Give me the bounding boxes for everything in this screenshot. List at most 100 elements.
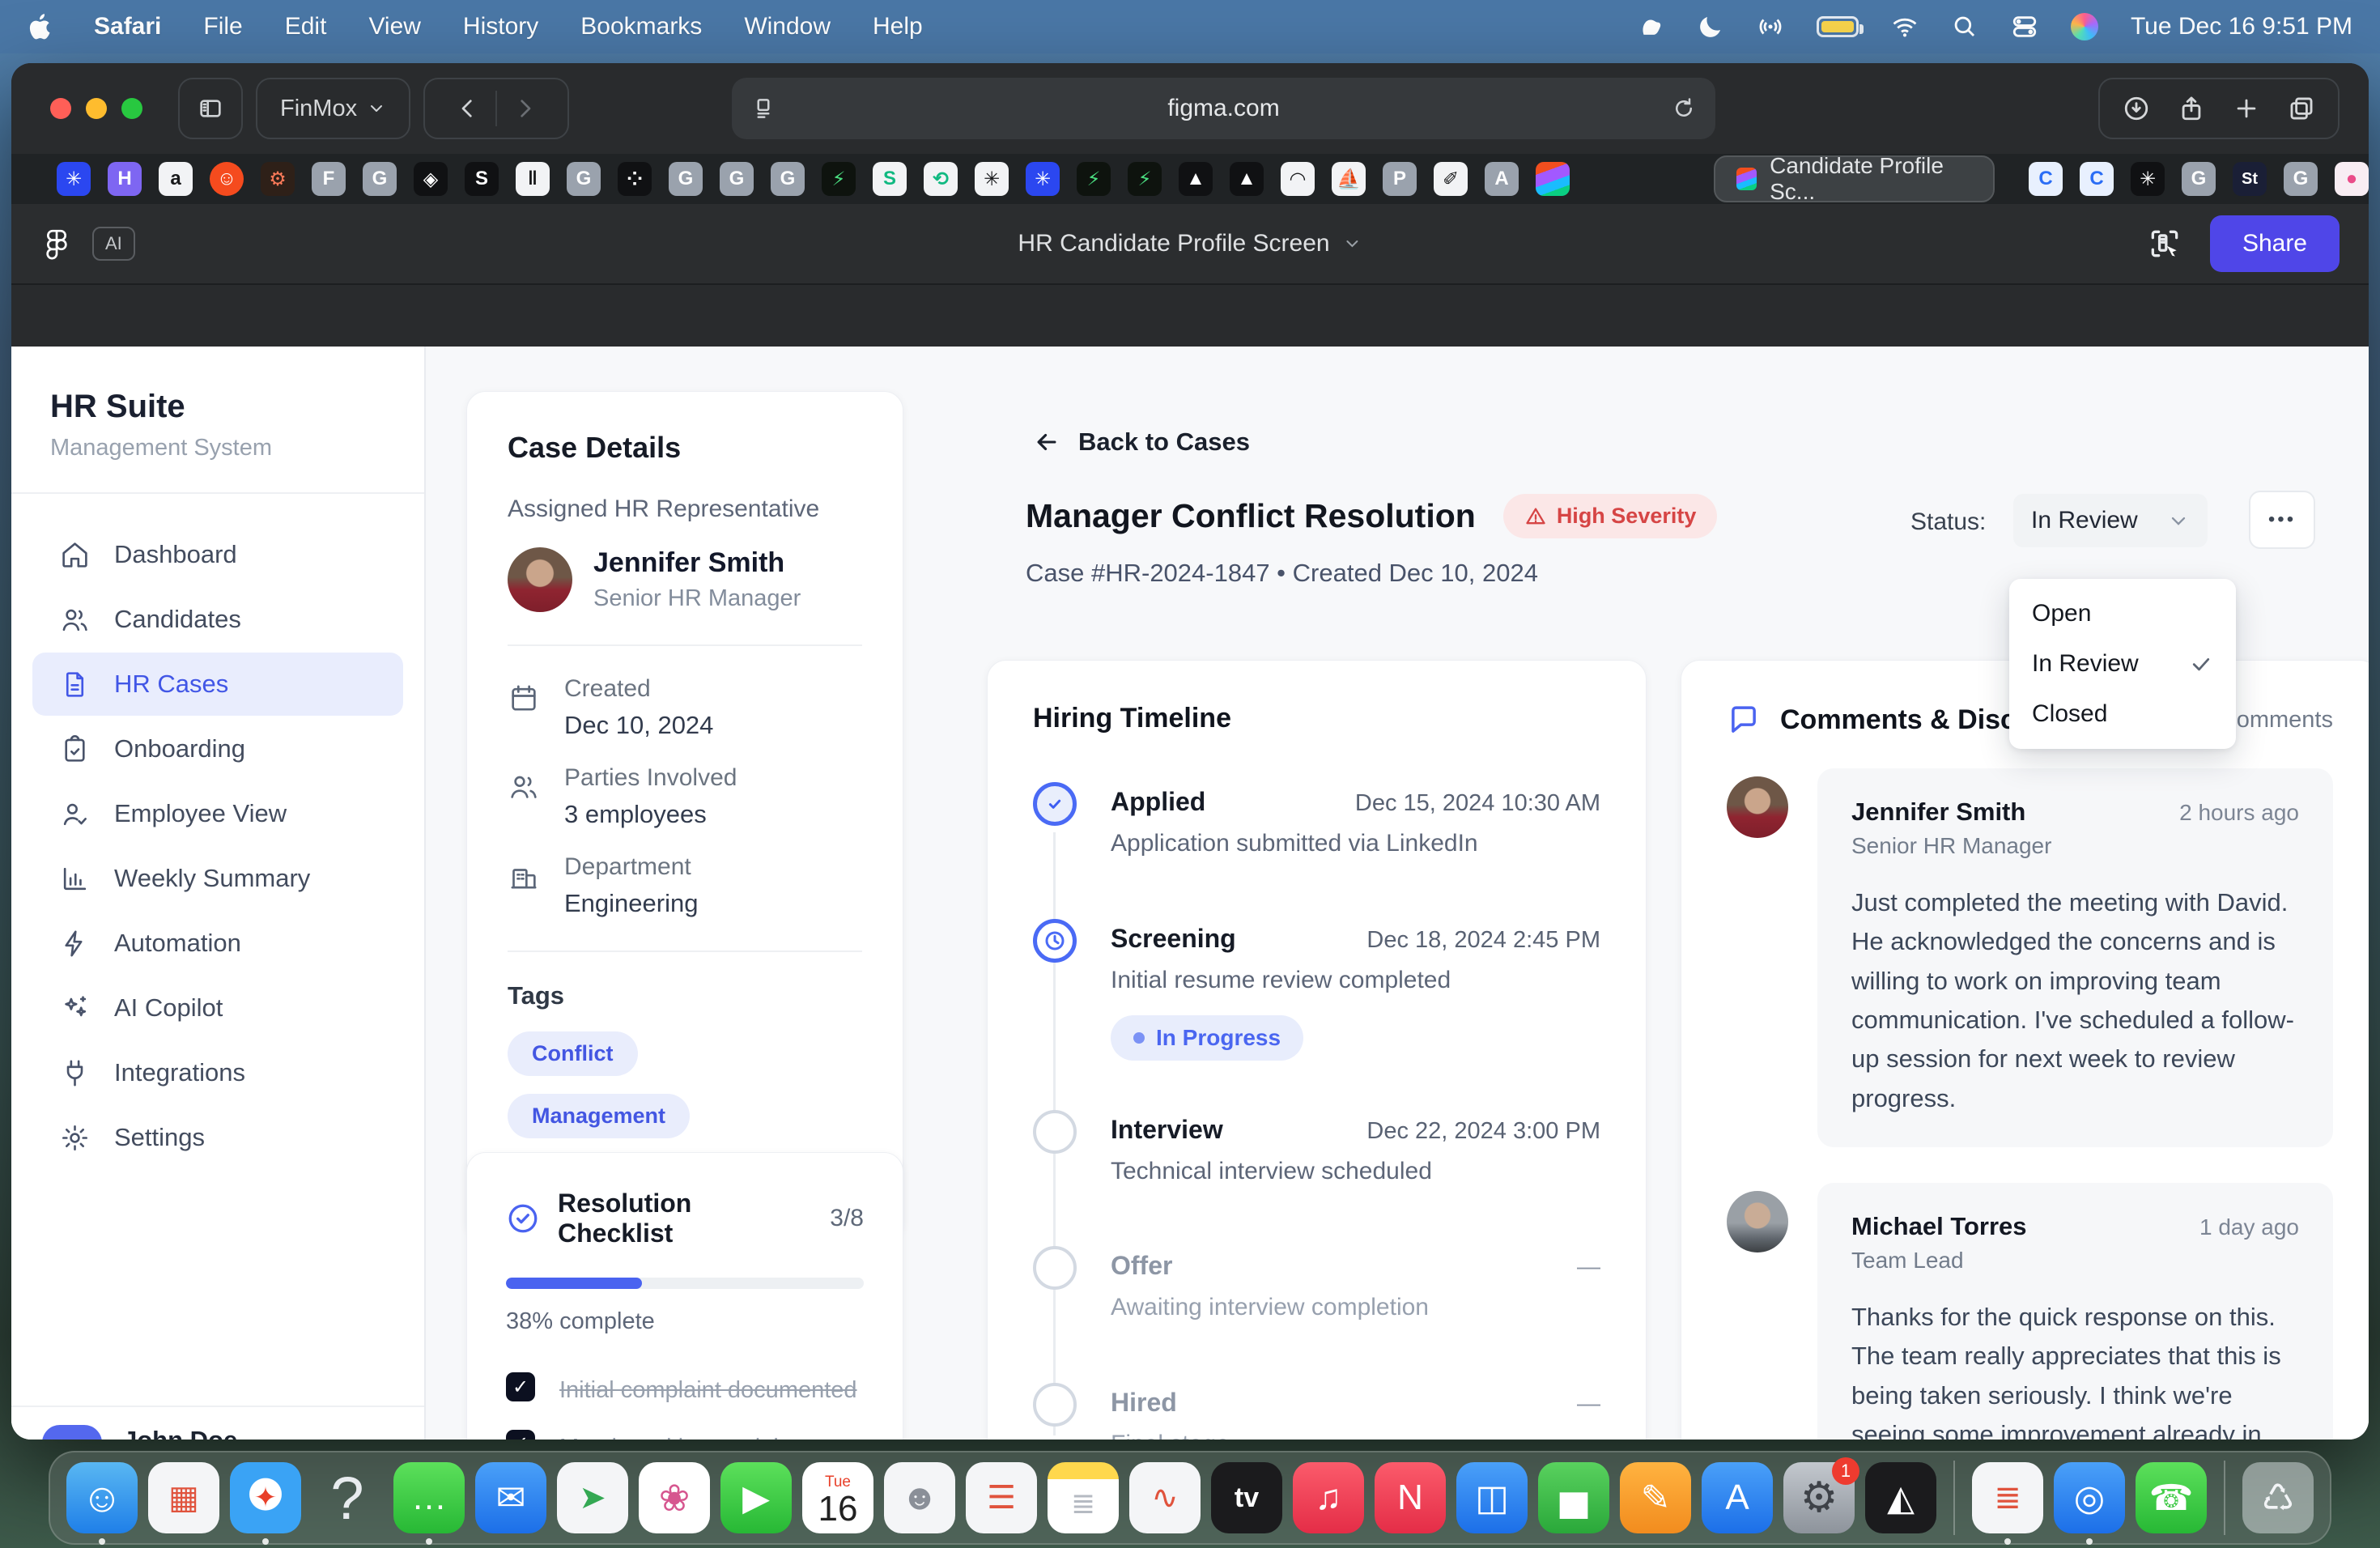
menu-option-in-review[interactable]: In Review (2009, 639, 2236, 689)
dock-icon[interactable]: ☰ (966, 1462, 1037, 1533)
dock-icon[interactable]: ▅ (1538, 1462, 1609, 1533)
dock-icon[interactable]: ☻ (884, 1462, 955, 1533)
menu-option-open[interactable]: Open (2009, 589, 2236, 639)
bookmark-favicon[interactable]: ● (2335, 162, 2369, 196)
battery-icon[interactable] (1817, 16, 1859, 37)
dock-icon[interactable]: ☎ (2136, 1462, 2207, 1533)
dock-icon-trash[interactable]: ♺ (2242, 1462, 2314, 1533)
figma-ai-badge[interactable]: AI (92, 227, 135, 261)
safari-profile-button[interactable]: FinMox (256, 78, 410, 139)
menu-help[interactable]: Help (873, 13, 923, 40)
dock-icon[interactable]: ♫ (1293, 1462, 1364, 1533)
bookmark-favicon[interactable]: G (771, 162, 805, 196)
tab-candidate-profile[interactable]: Candidate Profile Sc... (1714, 155, 1995, 202)
bookmark-favicon[interactable]: ⚡ (822, 162, 856, 196)
dock-icon[interactable]: ≣ (1972, 1462, 2043, 1533)
bookmark-favicon[interactable]: a (159, 162, 193, 196)
menu-window[interactable]: Window (744, 13, 831, 40)
sidebar-item-candidates[interactable]: Candidates (32, 588, 403, 651)
apple-menu-icon[interactable] (28, 12, 52, 41)
forward-button[interactable] (512, 96, 538, 121)
control-center-icon[interactable] (2011, 13, 2038, 40)
bookmark-favicon[interactable]: ⁘ (618, 162, 652, 196)
downloads-icon[interactable] (2123, 95, 2150, 122)
sidebar-item-ai-copilot[interactable]: AI Copilot (32, 976, 403, 1040)
bookmark-favicon[interactable]: ◠ (1281, 162, 1315, 196)
reader-icon[interactable] (751, 96, 776, 121)
bookmark-favicon[interactable]: G (567, 162, 601, 196)
dock-icon[interactable]: ▦ (148, 1462, 219, 1533)
menu-bar-clock[interactable]: Tue Dec 16 9:51 PM (2131, 13, 2352, 40)
bookmark-favicon[interactable]: G (720, 162, 754, 196)
checklist-item[interactable]: ✓ Meeting with complainant scheduled (506, 1430, 864, 1440)
menu-edit[interactable]: Edit (285, 13, 327, 40)
dock-icon[interactable]: ☺ (66, 1462, 138, 1533)
checkbox-checked-icon[interactable]: ✓ (506, 1372, 535, 1401)
bookmark-favicon[interactable]: G (363, 162, 397, 196)
new-tab-icon[interactable] (2233, 95, 2260, 122)
app-status-icon[interactable] (1637, 13, 1664, 40)
dev-mode-icon[interactable] (2147, 226, 2182, 262)
dock-icon[interactable]: ? (312, 1462, 383, 1533)
bookmark-favicon[interactable]: ⚡ (1077, 162, 1111, 196)
dock-icon[interactable]: ✉ (475, 1462, 546, 1533)
bookmark-favicon[interactable] (1536, 162, 1570, 196)
menu-view[interactable]: View (368, 13, 420, 40)
checklist-item[interactable]: ✓ Initial complaint documented (506, 1372, 864, 1407)
bookmark-favicon[interactable]: St (2233, 162, 2267, 196)
wifi-icon[interactable] (1891, 13, 1919, 40)
assigned-rep[interactable]: Jennifer Smith Senior HR Manager (508, 547, 862, 612)
siri-icon[interactable] (2071, 13, 2098, 40)
bookmark-favicon[interactable]: ⚡ (1128, 162, 1162, 196)
bookmark-favicon[interactable]: G (2182, 162, 2216, 196)
dock-icon[interactable]: ◭ (1865, 1462, 1936, 1533)
bookmark-favicon[interactable]: S (873, 162, 907, 196)
figma-logo-icon[interactable] (40, 228, 73, 260)
dock-icon[interactable]: ▶ (720, 1462, 792, 1533)
bookmark-favicon[interactable]: G (669, 162, 703, 196)
airdrop-icon[interactable] (1757, 13, 1784, 40)
back-to-cases-button[interactable]: Back to Cases (1033, 427, 1250, 457)
tag-pill[interactable]: Management (508, 1094, 690, 1138)
reload-icon[interactable] (1672, 96, 1696, 121)
menu-file[interactable]: File (203, 13, 242, 40)
bookmark-favicon[interactable]: ✳ (2131, 162, 2165, 196)
dock-icon[interactable]: A (1702, 1462, 1773, 1533)
sidebar-item-settings[interactable]: Settings (32, 1106, 403, 1169)
focus-moon-icon[interactable] (1697, 13, 1724, 40)
tab-overview-icon[interactable] (2288, 95, 2315, 122)
back-button[interactable] (455, 96, 481, 121)
bookmark-favicon[interactable]: ▲ (1230, 162, 1264, 196)
share-icon[interactable] (2178, 95, 2205, 122)
tag-pill[interactable]: Conflict (508, 1031, 638, 1076)
minimize-window-button[interactable] (86, 98, 107, 119)
bookmark-favicon[interactable]: H (108, 162, 142, 196)
address-bar[interactable]: figma.com (732, 78, 1715, 139)
menu-bookmarks[interactable]: Bookmarks (580, 13, 702, 40)
sidebar-item-integrations[interactable]: Integrations (32, 1041, 403, 1104)
bookmark-favicon[interactable]: P (1383, 162, 1417, 196)
dock-icon[interactable]: ✎ (1620, 1462, 1691, 1533)
bookmark-favicon[interactable]: ⚙ (261, 162, 295, 196)
bookmark-favicon[interactable]: F (312, 162, 346, 196)
checkbox-checked-icon[interactable]: ✓ (506, 1430, 535, 1440)
bookmark-favicon[interactable]: G (2284, 162, 2318, 196)
dock-icon[interactable]: ◫ (1456, 1462, 1528, 1533)
dock-icon[interactable]: ∿ (1129, 1462, 1201, 1533)
bookmark-favicon[interactable]: ◈ (414, 162, 448, 196)
dock-icon[interactable]: ✦ (230, 1462, 301, 1533)
spotlight-search-icon[interactable] (1951, 13, 1978, 40)
status-dropdown[interactable]: In Review (2013, 494, 2208, 547)
bookmark-favicon[interactable]: C (2029, 162, 2063, 196)
dock-icon[interactable]: N (1375, 1462, 1446, 1533)
sidebar-item-hr-cases[interactable]: HR Cases (32, 653, 403, 716)
bookmark-favicon[interactable]: ⟲ (924, 162, 958, 196)
bookmark-favicon[interactable]: ▲ (1179, 162, 1213, 196)
close-window-button[interactable] (50, 98, 71, 119)
bookmark-favicon[interactable]: ☺ (210, 162, 244, 196)
sidebar-user[interactable]: JD John Doe HR Manager (11, 1406, 424, 1440)
bookmark-favicon[interactable]: ✐ (1434, 162, 1468, 196)
bookmark-favicon[interactable]: ✳ (975, 162, 1009, 196)
menu-app-name[interactable]: Safari (94, 13, 161, 40)
bookmark-favicon[interactable]: ✳ (57, 162, 91, 196)
